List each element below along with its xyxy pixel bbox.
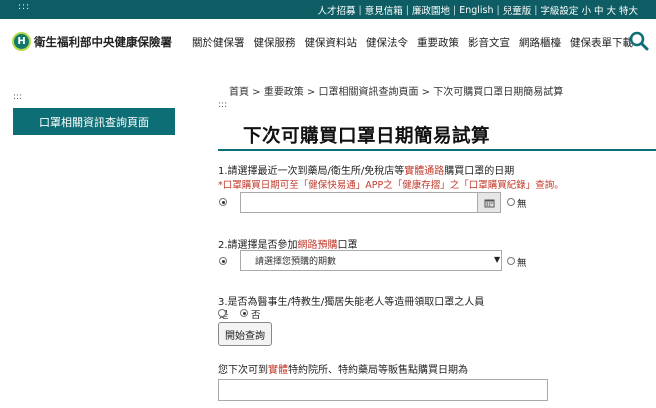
q1-none-radio[interactable]: [507, 198, 515, 206]
q3-yes-radio[interactable]: [218, 309, 226, 317]
font-size-xlarge[interactable]: 特大: [619, 3, 638, 17]
link-careers[interactable]: 人才招募: [318, 3, 356, 17]
search-icon[interactable]: [628, 30, 650, 52]
result-text-pre: 您下次可到: [218, 365, 268, 376]
site-title[interactable]: 衛生福利部中央健康保險署: [34, 34, 172, 50]
font-size-medium[interactable]: 中: [594, 3, 604, 17]
next-purchase-date-output[interactable]: [218, 379, 548, 401]
q2-preorder-radio[interactable]: [219, 257, 227, 265]
main-nav: 關於健保署 健保服務 健保資料站 健保法令 重要政策 影音文宣 網路櫃檯 健保表…: [192, 35, 633, 50]
nav-media[interactable]: 影音文宣: [468, 35, 510, 50]
result-highlight: 實體: [268, 365, 288, 376]
nav-services[interactable]: 健保服務: [254, 35, 296, 50]
font-size-small[interactable]: 小: [581, 3, 591, 17]
q1-none-label: 無: [517, 199, 527, 210]
preorder-period-select[interactable]: 請選擇您預購的期數: [240, 250, 502, 271]
q1-text-post: 購買口罩的日期: [444, 166, 515, 177]
result-text-post: 特約院所、特約藥局等販售點購買日期為: [288, 365, 468, 376]
q1-note: *口罩購買日期可至「健保快易通」APP之「健康存摺」之「口罩購買紀錄」查詢。: [218, 180, 564, 191]
link-integrity[interactable]: 廉政園地: [412, 3, 450, 17]
font-size-options: 小 中 大 特大: [581, 3, 638, 17]
q1-highlight: 實體通路: [404, 166, 445, 177]
link-kids[interactable]: 兒童版: [503, 3, 532, 17]
separator: |: [358, 4, 362, 16]
separator: |: [496, 4, 500, 16]
top-links: 人才招募 | 意見信箱 | 廉政園地 | English | 兒童版 | 字級設…: [318, 3, 638, 18]
nav-forms[interactable]: 健保表單下載: [570, 35, 633, 50]
accesskey-side[interactable]: :::: [13, 92, 22, 102]
question-3-label: 3.是否為醫事生/特教生/獨居失能老人等造冊領取口罩之人員: [218, 297, 485, 308]
nav-data[interactable]: 健保資料站: [305, 35, 358, 50]
separator: |: [405, 4, 409, 16]
q1-date-radio[interactable]: [219, 198, 227, 206]
link-english[interactable]: English: [459, 5, 493, 16]
calendar-icon[interactable]: [477, 192, 501, 213]
font-size-label: 字級設定: [540, 6, 579, 17]
nav-about[interactable]: 關於健保署: [192, 35, 245, 50]
link-feedback[interactable]: 意見信箱: [365, 3, 403, 17]
top-utility-bar: ::: 人才招募 | 意見信箱 | 廉政園地 | English | 兒童版 |…: [0, 0, 656, 19]
accesskey-main[interactable]: :::: [218, 100, 227, 110]
sidebar-mask-info-button[interactable]: 口罩相關資訊查詢頁面: [13, 108, 175, 135]
q2-none-label: 無: [517, 258, 527, 269]
accesskey-top[interactable]: :::: [18, 2, 30, 12]
select-value: 請選擇您預購的期數: [255, 257, 337, 267]
nav-law[interactable]: 健保法令: [366, 35, 408, 50]
font-size-large[interactable]: 大: [606, 3, 616, 17]
page-title: 下次可購買口罩日期簡易試算: [243, 126, 491, 147]
q3-no-label: 否: [251, 310, 261, 321]
q2-none-radio[interactable]: [507, 257, 515, 265]
q3-no-radio[interactable]: [240, 309, 248, 317]
nav-online-counter[interactable]: 網路櫃檯: [519, 35, 561, 50]
breadcrumb[interactable]: 首頁 > 重要政策 > 口罩相關資訊查詢頁面 > 下次可購買口罩日期簡易試算: [229, 83, 563, 98]
q1-text-pre: 1.請選擇最近一次到藥局/衛生所/免稅店等: [218, 166, 405, 177]
logo-letter: H: [17, 36, 26, 47]
nav-policy[interactable]: 重要政策: [417, 35, 459, 50]
question-1-label: 1.請選擇最近一次到藥局/衛生所/免稅店等實體通路購買口罩的日期: [218, 162, 514, 177]
result-label: 您下次可到實體特約院所、特約藥局等販售點購買日期為: [218, 361, 468, 376]
nhi-logo-icon[interactable]: H: [12, 32, 31, 51]
separator: |: [534, 4, 538, 16]
caret-down-icon[interactable]: ▼: [494, 255, 500, 264]
start-query-button[interactable]: 開始查詢: [218, 322, 272, 346]
last-purchase-date-input[interactable]: [240, 192, 501, 213]
separator: |: [452, 4, 457, 16]
title-underline: [218, 149, 656, 151]
question-2-label: 2.請選擇是否參加網路預購口罩: [218, 236, 358, 251]
